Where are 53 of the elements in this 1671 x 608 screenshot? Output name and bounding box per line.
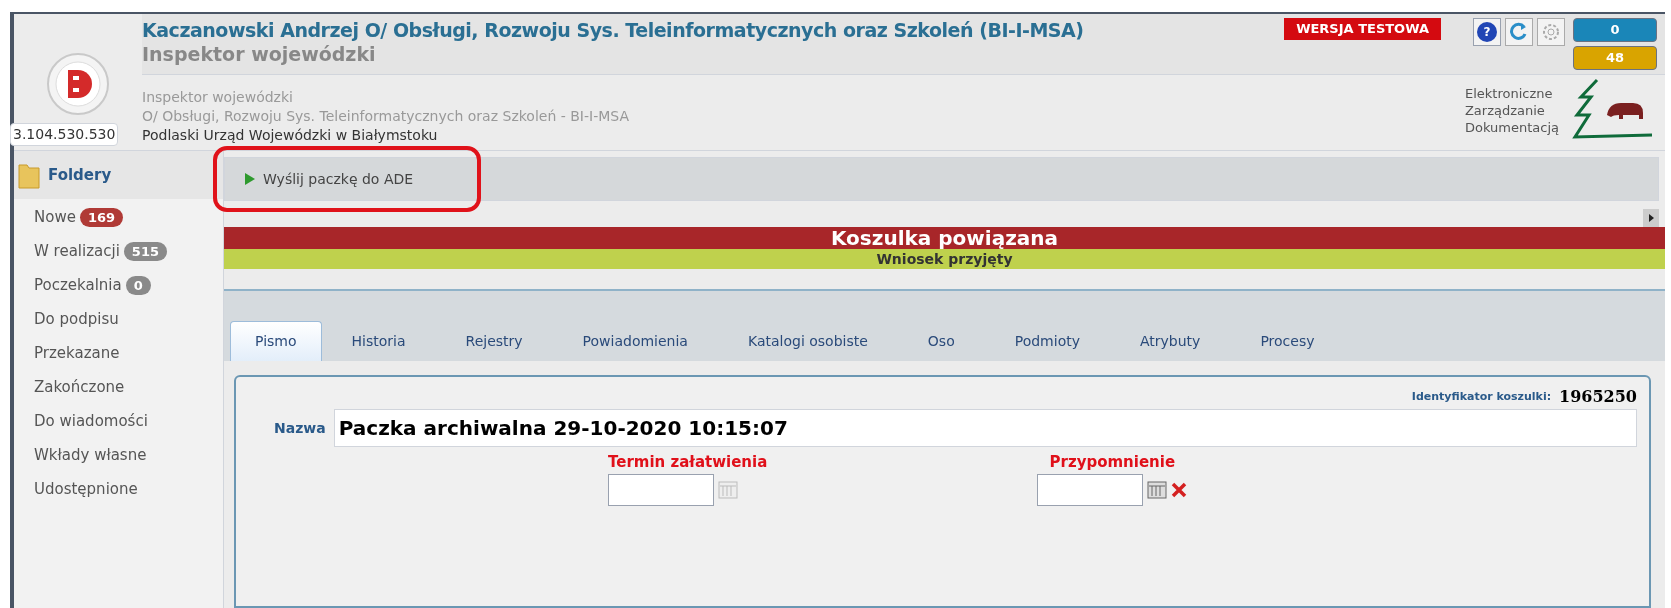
app-logo xyxy=(46,51,110,116)
date-label: Termin załatwienia xyxy=(608,452,768,473)
folders-header[interactable]: Foldery xyxy=(14,151,223,199)
folder-item[interactable]: Zakończone xyxy=(34,377,203,397)
count-badge: 515 xyxy=(123,241,167,261)
folder-item[interactable]: Nowe 169 xyxy=(34,207,203,227)
user-role: Inspektor wojewódzki xyxy=(142,42,377,66)
brand-text: Dokumentacją xyxy=(1464,118,1559,136)
test-version-badge: WERSJA TESTOWA xyxy=(1284,18,1441,40)
id-label: Identyfikator koszulki: xyxy=(1411,388,1552,405)
user-detail: Podlaski Urząd Wojewódzki w Białymstoku xyxy=(142,126,439,145)
tab[interactable]: Podmioty xyxy=(984,321,1110,361)
user-title: Kaczanowski Andrzej O/ Obsługi, Rozwoju Sys. Teleinformatycznych oraz Szkoleń (BI-I-MSA) xyxy=(142,18,1085,42)
folder-item[interactable]: W realizacji 515 xyxy=(34,241,203,261)
user-detail: Inspektor wojewódzki xyxy=(142,88,294,107)
ip-address: 3.104.530.530 xyxy=(10,123,119,146)
tab[interactable]: Oso xyxy=(897,321,985,361)
count-badge: 169 xyxy=(79,207,124,227)
folder-item[interactable]: Udostępnione xyxy=(34,479,203,499)
tab[interactable]: Historia xyxy=(321,321,436,361)
tab[interactable]: Katalogi osobiste xyxy=(717,321,898,361)
folder-item[interactable]: Przekazane xyxy=(34,343,203,363)
date-field[interactable] xyxy=(608,473,714,506)
date-field[interactable] xyxy=(1037,473,1144,506)
banner-title: Koszulka powiązana xyxy=(224,227,1665,249)
play-icon xyxy=(245,173,255,185)
count-badge: 0 xyxy=(125,275,151,295)
tab[interactable]: Pismo xyxy=(230,321,322,361)
send-package-button[interactable]: Wyślij paczkę do ADE xyxy=(241,168,418,190)
name-field[interactable]: Paczka archiwalna 29-10-2020 10:15:07 xyxy=(333,409,1637,447)
tab[interactable]: Powiadomienia xyxy=(552,321,718,361)
tab[interactable]: Rejestry xyxy=(435,321,553,361)
help-icon[interactable]: ? xyxy=(1473,18,1501,46)
user-detail: O/ Obsługi, Rozwoju Sys. Teleinformatycznych oraz Szkoleń - BI-I-MSA xyxy=(142,107,630,126)
calendar-icon[interactable] xyxy=(1147,479,1168,500)
name-label: Nazwa xyxy=(274,418,326,438)
id-value: 1965250 xyxy=(1559,386,1637,408)
scroll-right-icon[interactable] xyxy=(1643,209,1659,227)
folder-item[interactable]: Poczekalnia 0 xyxy=(34,275,203,295)
date-label: Przypomnienie xyxy=(1049,452,1176,473)
tab[interactable]: Procesy xyxy=(1230,321,1345,361)
banner-status: Wniosek przyjęty xyxy=(224,249,1665,269)
refresh-icon[interactable] xyxy=(1505,18,1533,46)
clear-icon[interactable] xyxy=(1171,481,1188,498)
folder-icon xyxy=(18,161,40,189)
folder-item[interactable]: Wkłady własne xyxy=(34,445,203,465)
counter-badge[interactable]: 0 xyxy=(1573,18,1657,42)
settings-icon[interactable] xyxy=(1537,18,1565,46)
folder-item[interactable]: Do wiadomości xyxy=(34,411,203,431)
brand-text: Elektroniczne xyxy=(1464,84,1554,102)
tab[interactable]: Atrybuty xyxy=(1110,321,1231,361)
brand-text: Zarządzanie xyxy=(1464,101,1546,119)
folder-item[interactable]: Do podpisu xyxy=(34,309,203,329)
